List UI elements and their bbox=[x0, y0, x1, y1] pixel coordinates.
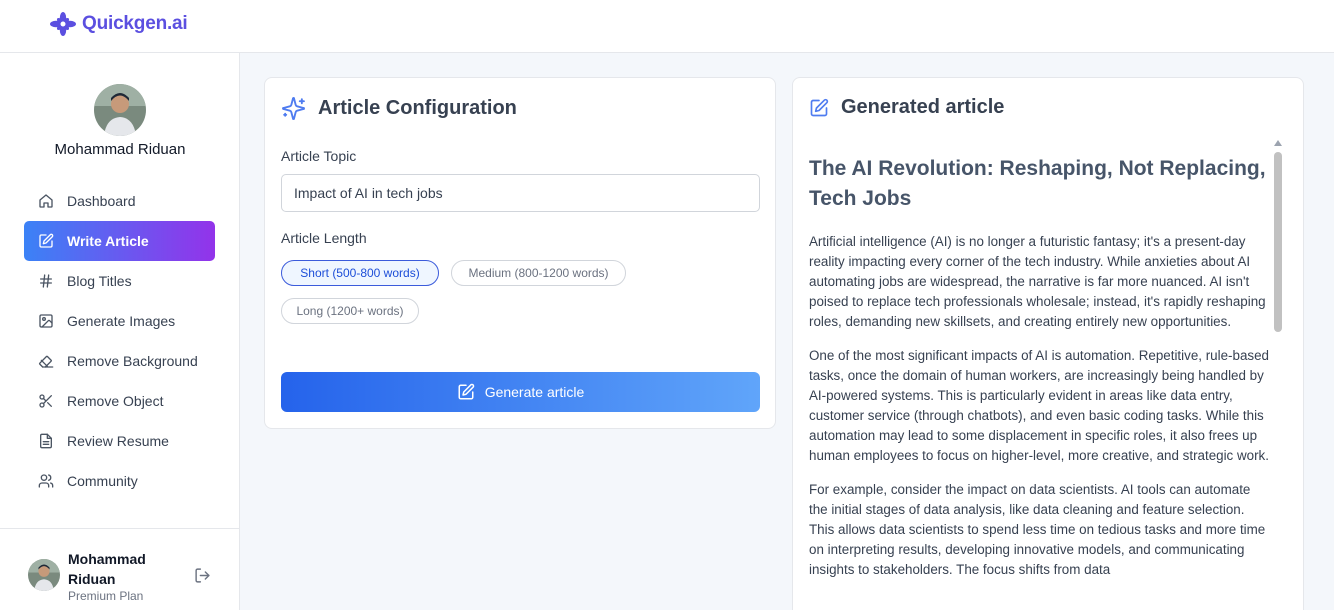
sidebar-item-dashboard[interactable]: Dashboard bbox=[24, 181, 215, 221]
profile-name: Mohammad Riduan bbox=[54, 141, 186, 158]
panel-title: Generated article bbox=[841, 96, 1005, 118]
sparkles-icon bbox=[282, 97, 305, 120]
edit-square-icon bbox=[458, 383, 474, 400]
sidebar-item-label: Review Resume bbox=[67, 433, 169, 449]
sidebar-item-generate-images[interactable]: Generate Images bbox=[24, 301, 215, 341]
sidebar-item-write-article[interactable]: Write Article bbox=[24, 221, 215, 261]
eraser-icon bbox=[38, 355, 54, 368]
topic-label: Article Topic bbox=[281, 148, 357, 164]
users-icon bbox=[38, 474, 54, 488]
avatar[interactable] bbox=[94, 84, 146, 136]
button-label: Generate article bbox=[484, 384, 585, 400]
topic-input[interactable] bbox=[281, 174, 760, 212]
app-logo[interactable]: Quickgen.ai bbox=[50, 12, 188, 36]
logo-icon bbox=[50, 12, 76, 36]
sidebar-item-remove-background[interactable]: Remove Background bbox=[24, 341, 215, 381]
length-option-medium[interactable]: Medium (800-1200 words) bbox=[451, 260, 626, 286]
sidebar-item-label: Write Article bbox=[67, 233, 149, 249]
user-plan: Premium Plan bbox=[68, 589, 144, 603]
avatar[interactable] bbox=[28, 559, 60, 591]
house-icon bbox=[39, 194, 53, 208]
scroll-thumb[interactable] bbox=[1274, 152, 1282, 332]
article-content: The AI Revolution: Reshaping, Not Replac… bbox=[809, 154, 1271, 594]
article-configuration-panel: Article Configuration Article Topic Arti… bbox=[264, 77, 776, 429]
scissors-icon bbox=[39, 394, 52, 408]
article-paragraph: For example, consider the impact on data… bbox=[809, 482, 1266, 577]
sidebar-item-label: Remove Background bbox=[67, 353, 198, 369]
sidebar-item-label: Remove Object bbox=[67, 393, 164, 409]
length-option-short[interactable]: Short (500-800 words) bbox=[281, 260, 439, 286]
sidebar-item-label: Dashboard bbox=[67, 193, 136, 209]
article-paragraph: Artificial intelligence (AI) is no longe… bbox=[809, 234, 1266, 329]
edit-square-icon bbox=[810, 98, 829, 116]
sidebar-item-community[interactable]: Community bbox=[24, 461, 215, 501]
panel-header: Generated article bbox=[809, 96, 1004, 119]
app-name: Quickgen.ai bbox=[82, 13, 188, 34]
user-name: Mohammad Riduan bbox=[68, 551, 146, 587]
generated-article-panel: Generated article The AI Revolution: Res… bbox=[792, 77, 1304, 610]
sidebar: Mohammad Riduan Dashboard Write Article … bbox=[0, 53, 240, 610]
sidebar-item-label: Generate Images bbox=[67, 313, 176, 329]
sidebar-item-blog-titles[interactable]: Blog Titles bbox=[24, 261, 215, 301]
length-label: Article Length bbox=[281, 230, 367, 246]
sidebar-nav: Dashboard Write Article Blog Titles Gene… bbox=[24, 181, 215, 501]
sidebar-item-review-resume[interactable]: Review Resume bbox=[24, 421, 215, 461]
generate-article-button[interactable]: Generate article bbox=[281, 372, 760, 412]
sidebar-item-label: Blog Titles bbox=[67, 273, 132, 289]
panel-header: Article Configuration bbox=[281, 96, 517, 121]
top-bar: Quickgen.ai bbox=[0, 0, 1334, 53]
sidebar-footer: Mohammad Riduan Premium Plan bbox=[0, 528, 240, 610]
hash-icon bbox=[40, 274, 52, 288]
scroll-up-arrow[interactable] bbox=[1274, 140, 1282, 146]
article-paragraph: One of the most significant impacts of A… bbox=[809, 348, 1269, 463]
edit-square-icon bbox=[39, 233, 54, 248]
length-option-long[interactable]: Long (1200+ words) bbox=[281, 298, 419, 324]
image-icon bbox=[39, 314, 53, 328]
logout-icon[interactable] bbox=[194, 567, 211, 584]
file-text-icon bbox=[40, 433, 52, 449]
article-title: The AI Revolution: Reshaping, Not Replac… bbox=[809, 157, 1266, 210]
scrollbar[interactable] bbox=[1273, 138, 1283, 610]
panel-title: Article Configuration bbox=[318, 97, 517, 119]
sidebar-item-label: Community bbox=[67, 473, 138, 489]
sidebar-item-remove-object[interactable]: Remove Object bbox=[24, 381, 215, 421]
